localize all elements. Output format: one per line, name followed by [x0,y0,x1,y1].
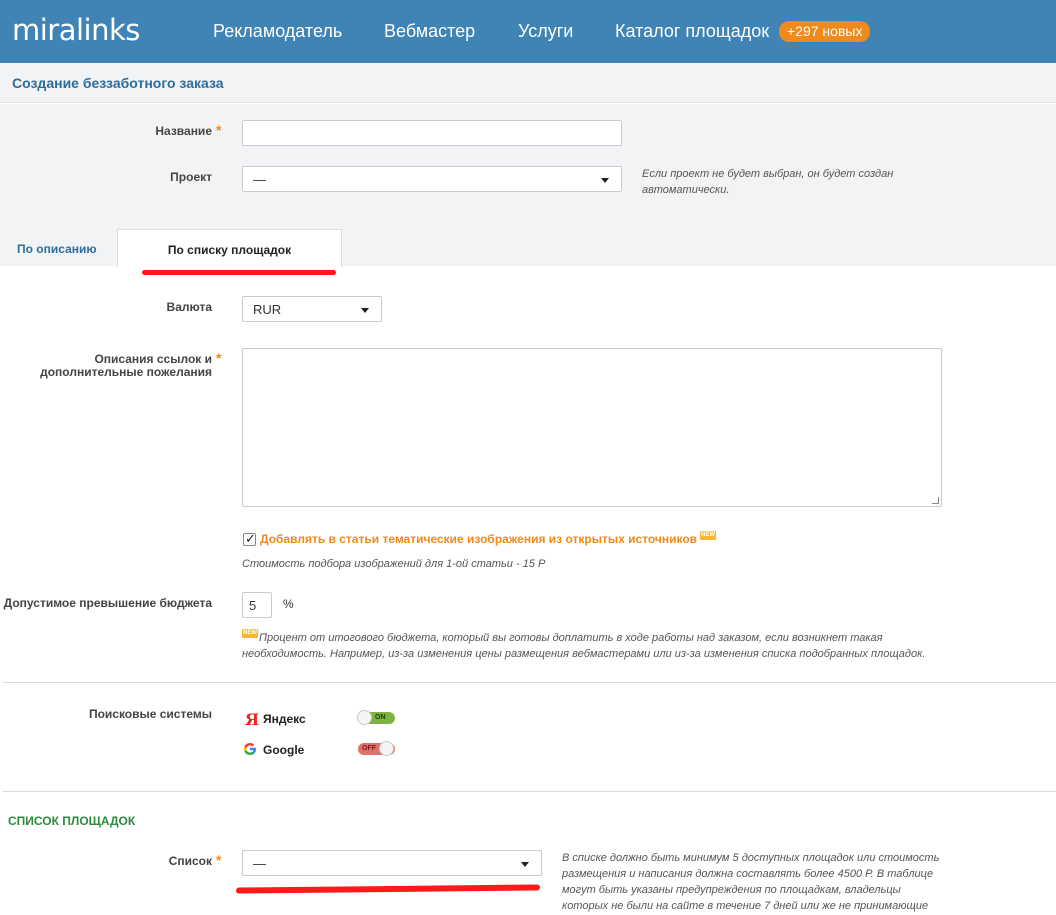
resize-handle-icon[interactable] [932,497,939,504]
yandex-icon: Я [245,710,260,729]
name-label: Название [155,124,212,138]
sites-list-section-title: СПИСОК ПЛОЩАДОК [8,814,136,828]
annotation-underline [142,270,336,275]
order-name-input[interactable] [242,120,622,146]
new-badge-icon: NEW [700,531,716,540]
required-marker: * [216,122,222,138]
project-label: Проект [170,170,212,184]
page-title-bar: Создание беззаботного заказа [0,63,1056,103]
required-marker: * [216,852,222,868]
page-title: Создание беззаботного заказа [12,75,224,91]
sites-list-hint: В списке должно быть минимум 5 доступных… [562,852,940,912]
top-navigation-bar: miralinks Рекламодатель Вебмастер Услуги… [0,0,1056,63]
annotation-underline [235,884,541,894]
list-label: Список [168,854,212,868]
chevron-down-icon [601,178,609,183]
add-images-label[interactable]: Добавлять в статьи тематические изображе… [260,532,697,546]
chevron-down-icon [361,308,369,313]
percent-unit: % [283,597,294,611]
tab-by-site-list-label: По списку площадок [167,243,292,257]
yandex-label: Яндекс [263,712,306,726]
add-images-checkbox[interactable] [243,531,256,547]
search-engines-label: Поисковые системы [88,707,212,721]
project-select[interactable]: — [242,166,622,192]
links-description-label: Описания ссылок и дополнительные пожелан… [40,352,212,379]
budget-overrun-label: Допустимое превышение бюджета [3,596,212,610]
nav-site-catalog[interactable]: Каталог площадок [615,20,769,42]
tab-by-description[interactable]: По описанию [17,242,97,256]
required-marker: * [216,350,222,366]
miralinks-logo[interactable]: miralinks [12,12,140,48]
project-hint: Если проект не будет выбран, он будет со… [642,168,894,196]
currency-label: Валюта [166,300,212,314]
nav-advertiser[interactable]: Рекламодатель [213,20,342,42]
currency-select[interactable]: RUR [242,296,382,322]
tab-by-site-list[interactable]: По списку площадок [117,229,342,267]
images-cost-hint: Стоимость подбора изображений для 1-ой с… [242,558,546,570]
sites-list-select[interactable]: — [242,850,542,876]
section-divider [3,791,1056,792]
google-icon [243,743,256,755]
nav-webmaster[interactable]: Вебмастер [384,20,475,42]
google-toggle[interactable]: OFF [358,741,395,756]
chevron-down-icon [521,862,529,867]
yandex-toggle[interactable]: ON [357,710,395,725]
nav-services[interactable]: Услуги [518,20,573,42]
section-divider [3,682,1056,683]
budget-overrun-input[interactable]: 5 [242,592,272,618]
new-sites-badge[interactable]: +297 новых [779,21,871,42]
budget-overrun-hint: Процент от итогового бюджета, который вы… [242,632,926,660]
google-label: Google [263,743,305,757]
links-description-textarea[interactable] [242,348,942,507]
